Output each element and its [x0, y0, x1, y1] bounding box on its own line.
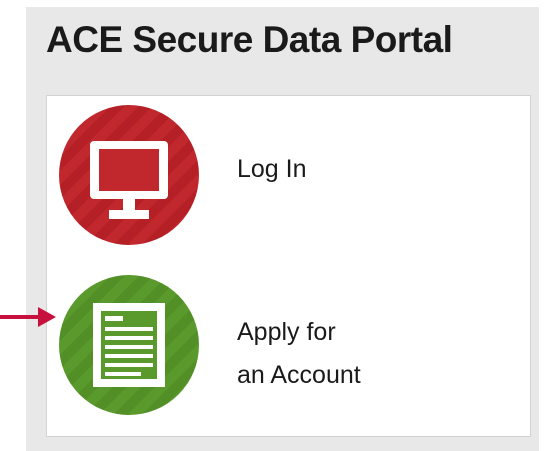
- apply-label-line2: an Account: [237, 361, 361, 389]
- apply-account-label[interactable]: Apply for an Account: [237, 311, 477, 397]
- login-option[interactable]: Log In: [57, 103, 497, 248]
- login-label[interactable]: Log In: [237, 148, 307, 191]
- apply-account-option[interactable]: Apply for an Account: [57, 273, 497, 418]
- document-icon[interactable]: [57, 273, 202, 418]
- portal-title: ACE Secure Data Portal: [46, 19, 453, 60]
- pointer-arrow-icon: [0, 307, 56, 327]
- apply-label-line1: Apply for: [237, 318, 336, 346]
- monitor-icon[interactable]: [57, 103, 202, 248]
